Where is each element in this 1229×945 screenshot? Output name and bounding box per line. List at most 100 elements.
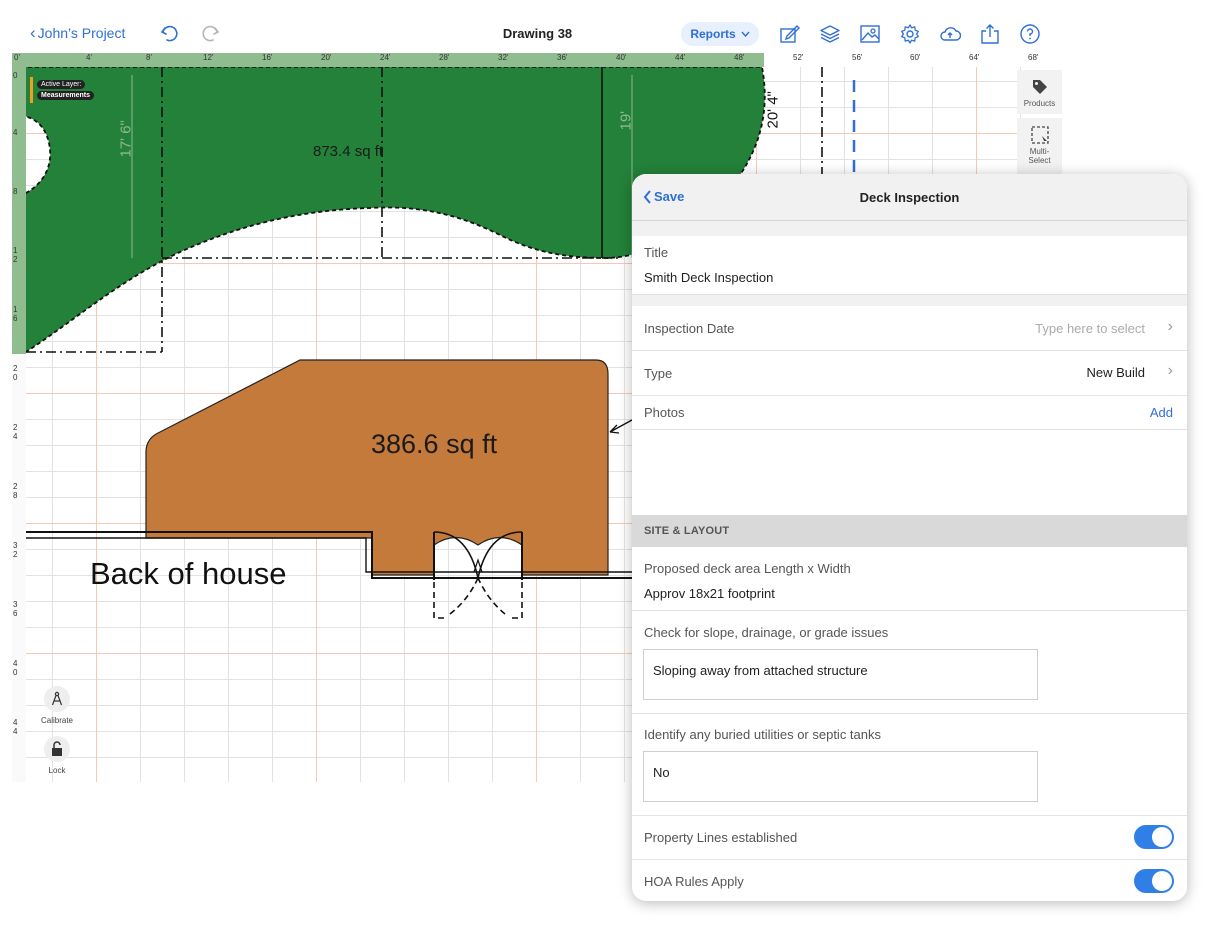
hoa-rules-toggle[interactable]	[1134, 869, 1174, 893]
undo-icon[interactable]	[160, 24, 180, 44]
active-layer-name: Measurements	[37, 91, 95, 100]
ruler-label: 16'	[262, 53, 273, 62]
section-gap	[632, 221, 1187, 236]
vertical-ruler[interactable]: 0 4 8 1 2 1 6 2 0 2 4 2 8 3 2 3 6 4 0 4 …	[12, 67, 27, 782]
leader-arrow	[609, 419, 633, 434]
utilities-text-value: No	[653, 765, 670, 780]
utilities-label: Identify any buried utilities or septic …	[644, 727, 882, 742]
photos-row: Photos Add	[632, 396, 1187, 430]
active-layer-label: Active Layer:	[37, 80, 86, 89]
add-photo-button[interactable]: Add	[1150, 405, 1173, 420]
title-field-label: Title	[644, 245, 669, 260]
tag-icon	[1032, 80, 1047, 94]
property-lines-toggle[interactable]	[1134, 825, 1174, 849]
ruler-label: 40'	[616, 53, 627, 62]
ruler-label: 4	[13, 128, 18, 137]
dimension-label: 17' 6"	[117, 120, 135, 158]
type-label: Type	[644, 366, 673, 381]
section-gap	[632, 295, 1187, 306]
deck-area-label: Proposed deck area Length x Width	[644, 561, 851, 576]
deck-inspection-panel: Deck Inspection Save Title Smith Deck In…	[632, 174, 1187, 901]
hoa-rules-label: HOA Rules Apply	[644, 874, 744, 889]
multi-select-tool[interactable]: Multi-Select	[1017, 118, 1062, 174]
house-label: Back of house	[90, 556, 287, 591]
ruler-label: 32'	[498, 53, 509, 62]
gear-icon[interactable]	[899, 23, 921, 45]
reports-button[interactable]: Reports	[681, 22, 759, 46]
ruler-label: 60'	[910, 53, 921, 62]
ruler-label: 56'	[852, 53, 863, 62]
ruler-label: 4 0	[13, 659, 18, 677]
ruler-label: 20'	[321, 53, 332, 62]
redo-icon[interactable]	[200, 24, 220, 44]
slope-text-area[interactable]: Sloping away from attached structure	[643, 649, 1038, 700]
ruler-label: 1 6	[13, 305, 18, 323]
drawing-title: Drawing 38	[502, 26, 573, 41]
ruler-label: 68'	[1028, 53, 1039, 62]
calibrate-tool[interactable]: Calibrate	[38, 686, 76, 725]
help-icon[interactable]	[1019, 23, 1041, 45]
share-icon[interactable]	[979, 23, 1001, 45]
save-button[interactable]: Save	[643, 189, 684, 204]
multi-select-label: Multi-Select	[1028, 147, 1051, 165]
ruler-label: 3 6	[13, 600, 18, 618]
hoa-rules-row: HOA Rules Apply	[632, 860, 1187, 901]
inspection-date-placeholder[interactable]: Type here to select	[1035, 321, 1145, 336]
ruler-label: 0'	[14, 53, 20, 62]
ruler-label: 2 0	[13, 364, 18, 382]
products-tool[interactable]: Products	[1017, 70, 1062, 114]
image-icon[interactable]	[859, 23, 881, 45]
chevron-right-icon: ›	[1167, 318, 1173, 335]
unlock-icon	[44, 736, 70, 762]
site-layout-section-title: SITE & LAYOUT	[644, 525, 730, 537]
back-to-project-link[interactable]: ‹ John’s Project	[30, 23, 126, 42]
toggle-knob	[1152, 827, 1172, 847]
ruler-label: 48'	[734, 53, 745, 62]
chevron-right-icon: ›	[1167, 362, 1173, 379]
ruler-label: 2 8	[13, 482, 18, 500]
reports-button-label: Reports	[690, 27, 736, 41]
property-lines-row: Property Lines established	[632, 816, 1187, 860]
deck-area-row[interactable]: Proposed deck area Length x Width Approv…	[632, 548, 1187, 611]
chevron-left-icon	[643, 189, 651, 204]
type-value: New Build	[1086, 365, 1145, 380]
panel-header: Deck Inspection Save	[632, 174, 1187, 221]
ruler-label: 3 2	[13, 541, 18, 559]
lock-tool[interactable]: Lock	[38, 736, 76, 775]
property-lines-label: Property Lines established	[644, 830, 798, 845]
ruler-label: 0	[13, 71, 18, 80]
cloud-upload-icon[interactable]	[939, 23, 961, 45]
calibrate-label: Calibrate	[40, 716, 73, 725]
inspection-date-row[interactable]: Inspection Date Type here to select ›	[632, 306, 1187, 351]
layers-icon[interactable]	[819, 23, 841, 45]
deck-area-value[interactable]: Approv 18x21 footprint	[644, 586, 775, 601]
ruler-label: 36'	[557, 53, 568, 62]
ruler-label: 64'	[969, 53, 980, 62]
type-row[interactable]: Type New Build ›	[632, 351, 1187, 396]
ruler-label: 2 4	[13, 423, 18, 441]
door-swing	[433, 577, 523, 619]
back-link-label: John’s Project	[37, 25, 126, 41]
chevron-left-icon: ‹	[30, 23, 36, 42]
layer-color-bar	[30, 77, 33, 103]
deck-shape	[145, 359, 609, 576]
title-field-value[interactable]: Smith Deck Inspection	[644, 270, 773, 285]
lock-label: Lock	[48, 766, 66, 775]
horizontal-ruler[interactable]: 0' 4' 8' 12' 16' 20' 24' 28' 32' 36' 40'…	[12, 53, 1062, 68]
ruler-label: 12'	[203, 53, 214, 62]
dimension-label: 19'	[617, 110, 635, 131]
edit-drawing-icon[interactable]	[779, 23, 801, 45]
utilities-text-area[interactable]: No	[643, 751, 1038, 802]
ruler-label: 44'	[675, 53, 686, 62]
slope-row: Check for slope, drainage, or grade issu…	[632, 611, 1187, 714]
site-layout-section-header: SITE & LAYOUT	[632, 515, 1187, 547]
utilities-row: Identify any buried utilities or septic …	[632, 714, 1187, 816]
title-field[interactable]: Title Smith Deck Inspection	[632, 236, 1187, 295]
inspection-date-label: Inspection Date	[644, 321, 735, 336]
ruler-label: 28'	[439, 53, 450, 62]
deck-area-label: 386.6 sq ft	[371, 429, 498, 459]
ruler-label: 8'	[146, 53, 152, 62]
slope-text-value: Sloping away from attached structure	[653, 663, 868, 678]
ruler-label: 24'	[380, 53, 391, 62]
chevron-down-icon	[741, 31, 750, 37]
